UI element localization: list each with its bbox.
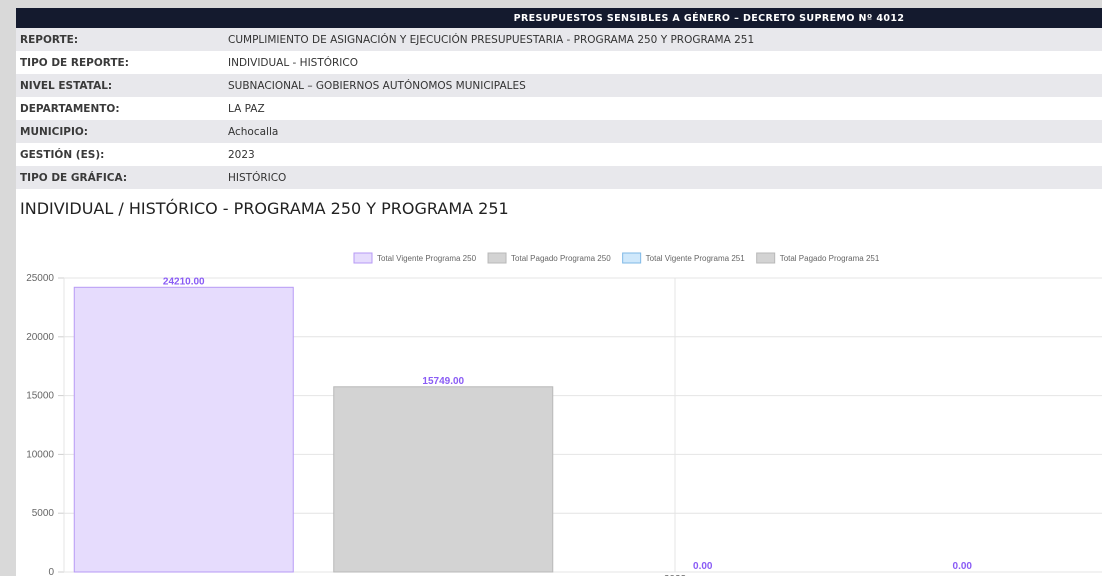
data-label: 0.00 — [953, 561, 973, 572]
y-tick-label: 5000 — [32, 508, 55, 519]
legend-label: Total Pagado Programa 250 — [511, 254, 611, 263]
info-value: CUMPLIMIENTO DE ASIGNACIÓN Y EJECUCIÓN P… — [224, 28, 1102, 51]
info-key: NIVEL ESTATAL: — [16, 74, 224, 97]
info-row: TIPO DE GRÁFICA: HISTÓRICO — [16, 166, 1102, 189]
bar — [73, 286, 294, 573]
legend-swatch — [756, 252, 776, 264]
info-value: INDIVIDUAL - HISTÓRICO — [224, 51, 1102, 74]
info-row: NIVEL ESTATAL: SUBNACIONAL – GOBIERNOS AU… — [16, 74, 1102, 97]
info-value: SUBNACIONAL – GOBIERNOS AUTÓNOMOS MUNICI… — [224, 74, 1102, 97]
info-key: TIPO DE GRÁFICA: — [16, 166, 224, 189]
report-panel: PRESUPUESTOS SENSIBLES A GÉNERO – DECRET… — [16, 8, 1102, 576]
y-tick-label: 15000 — [26, 391, 54, 402]
legend-label: Total Vigente Programa 250 — [377, 254, 477, 263]
info-value: Achocalla — [224, 120, 1102, 143]
report-info-table: REPORTE: CUMPLIMIENTO DE ASIGNACIÓN Y EJE… — [16, 28, 1102, 189]
bar — [333, 386, 554, 573]
bar-chart: 0 5000 10000 15000 20000 25000 24210.00 15749.0… — [26, 252, 1102, 576]
info-key: DEPARTAMENTO: — [16, 97, 224, 120]
info-value: 2023 — [224, 143, 1102, 166]
y-tick-label: 20000 — [26, 332, 54, 343]
y-tick-label: 10000 — [26, 449, 54, 460]
info-key: TIPO DE REPORTE: — [16, 51, 224, 74]
y-tick-label: 0 — [48, 567, 54, 576]
data-label: 24210.00 — [163, 276, 205, 287]
legend-swatch — [353, 252, 373, 264]
info-key: REPORTE: — [16, 28, 224, 51]
info-row: REPORTE: CUMPLIMIENTO DE ASIGNACIÓN Y EJE… — [16, 28, 1102, 51]
info-key: MUNICIPIO: — [16, 120, 224, 143]
legend-label: Total Vigente Programa 251 — [646, 254, 746, 263]
info-key: GESTIÓN (ES): — [16, 143, 224, 166]
info-value: LA PAZ — [224, 97, 1102, 120]
data-label: 15749.00 — [422, 376, 464, 387]
chart-section-title: INDIVIDUAL / HISTÓRICO - PROGRAMA 250 Y … — [20, 199, 509, 218]
info-value: HISTÓRICO — [224, 166, 1102, 189]
info-row: GESTIÓN (ES): 2023 — [16, 143, 1102, 166]
report-header: PRESUPUESTOS SENSIBLES A GÉNERO – DECRET… — [16, 8, 1102, 28]
legend-swatch — [487, 252, 507, 264]
legend-label: Total Pagado Programa 251 — [780, 254, 880, 263]
legend-swatch — [622, 252, 642, 264]
data-label: 0.00 — [693, 561, 713, 572]
y-tick-label: 25000 — [26, 273, 54, 284]
info-row: DEPARTAMENTO: LA PAZ — [16, 97, 1102, 120]
info-row: TIPO DE REPORTE: INDIVIDUAL - HISTÓRICO — [16, 51, 1102, 74]
info-row: MUNICIPIO: Achocalla — [16, 120, 1102, 143]
